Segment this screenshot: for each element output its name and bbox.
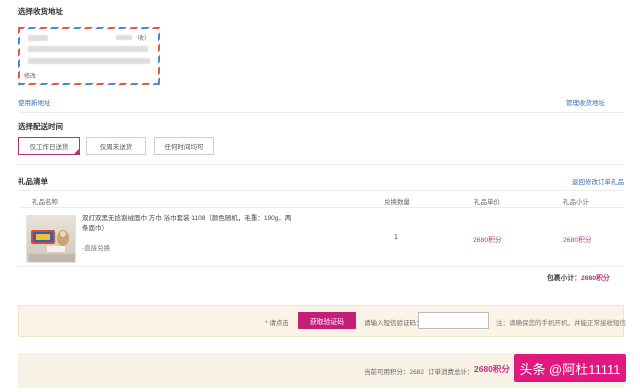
redacted-receiver-name [28,35,48,41]
available-points-label: 当前可用积分： [364,369,410,376]
receiver-suffix: 收） [138,36,151,42]
order-total-value: 2680积分 [474,364,510,374]
use-new-address-link[interactable]: 使用新地址 [18,97,51,107]
gift-list-title: 礼品清单 [18,177,48,186]
package-subtotal-value: 2680积分 [580,275,610,282]
sms-code-input[interactable] [418,312,489,329]
redacted-receiver-phone [116,35,132,40]
manage-address-link[interactable]: 管理收货地址 [566,97,605,107]
product-qty: 1 [394,234,398,241]
delivery-section-title: 选择配送时间 [18,122,63,131]
return-edit-order-link[interactable]: 返回修改订单礼品 [572,176,624,186]
towel-product-icon [29,230,75,262]
product-name[interactable]: 双灯双黑无捻割绒面巾 方巾 浴巾套装 1108（颜色随机，毛重：190g，两条面… [82,214,292,234]
product-image[interactable] [26,215,76,263]
product-unit-price: 2680积分 [473,237,502,244]
available-points: 当前可用积分：2682 [364,366,424,376]
column-header-name: 礼品名称 [32,199,58,206]
verify-input-label: 请输入短信验证码： [364,320,423,327]
order-total-label: 订单消费总计： [428,369,474,376]
get-verification-code-button[interactable]: 获取验证码 [298,312,356,329]
product-subtotal: 2680积分 [563,237,592,244]
edit-address-link[interactable]: 修改 [24,71,36,80]
column-header-unit-price: 礼品单价 [474,199,500,206]
divider [18,164,624,165]
delivery-option-weekdays[interactable]: 仅工作日送货 [18,137,80,155]
delivery-option-weekends[interactable]: 仅周末送货 [86,137,146,155]
available-points-value: 2682 [409,369,424,376]
package-subtotal: 包裹小计：2680积分 [547,272,610,282]
address-section-title: 选择收货地址 [18,7,63,16]
toutiao-watermark: 头条 @阿杜11111 [514,354,626,382]
delivery-option-anytime[interactable]: 任何时间均可 [154,137,214,155]
divider [18,112,624,113]
verify-note: 注：请确保您的手机开机，并能正常接收短信 [496,320,626,327]
column-header-qty: 兑换数量 [384,199,410,206]
column-header-subtotal: 礼品小计 [563,199,589,206]
table-header-top-border [18,190,624,191]
redacted-address-line-2 [28,58,150,64]
redacted-address-line-1 [28,46,148,52]
verify-prompt: * 请点击 [265,320,289,327]
table-header-bottom-border [18,207,624,208]
package-subtotal-label: 包裹小计： [547,275,581,282]
table-row-bottom-border [18,266,624,267]
address-card[interactable]: 收） 修改 [18,27,160,85]
product-redeem-note: -直接兑换 [82,245,111,252]
